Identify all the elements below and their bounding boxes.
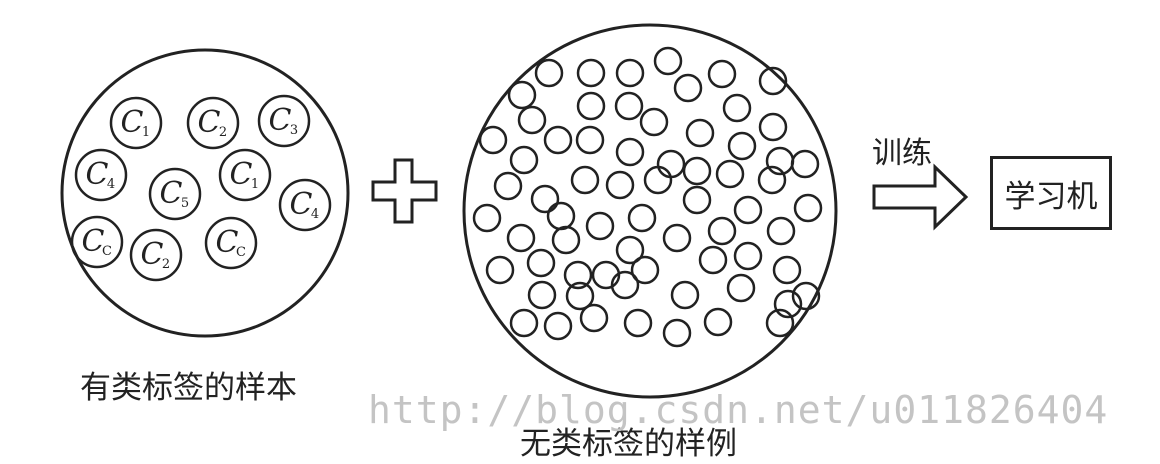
unlabeled-sample [698,245,728,275]
labeled-sample: C2 [186,96,240,150]
unlabeled-sample [576,91,606,121]
unlabeled-sample [733,195,763,225]
unlabeled-sample [707,59,737,89]
unlabeled-sample [570,165,600,195]
unlabeled-sample [509,308,539,338]
class-label-letter: C [230,157,253,192]
unlabeled-sample [682,156,712,186]
unlabeled-sample [722,93,752,123]
unlabeled-sample [546,201,576,231]
unlabeled-sample [662,223,692,253]
class-label-letter: C [290,187,313,222]
unlabeled-samples-group [472,46,823,348]
labeled-samples-group: C1 C2 C3C4 C5C1C4CC C2CC [70,94,332,282]
unlabeled-sample [703,307,733,337]
unlabeled-sample [673,73,703,103]
unlabeled-sample [623,308,653,338]
labeled-sample: CC [204,216,258,270]
unlabeled-sample [615,137,645,167]
unlabeled-sample [726,273,756,303]
unlabeled-sample [685,118,715,148]
unlabeled-sample [670,280,700,310]
class-label-subscript: C [102,244,112,259]
unlabeled-sample [772,255,802,285]
class-label-letter: C [160,176,183,211]
unlabeled-sample [493,171,523,201]
training-arrow [872,163,969,231]
unlabeled-sample [643,165,673,195]
unlabeled-sample [639,107,669,137]
unlabeled-sample [472,203,502,233]
class-label-subscript: 3 [290,123,298,138]
unlabeled-sample [790,149,820,179]
class-label-letter: C [141,237,164,272]
class-label-letter: C [86,157,109,192]
unlabeled-sample [707,216,737,246]
labeled-sample: C2 [129,228,183,282]
unlabeled-sample [727,131,757,161]
unlabeled-sample [653,46,683,76]
unlabeled-sample [576,58,606,88]
unlabeled-sample [543,125,573,155]
unlabeled-sample [575,125,605,155]
class-label-subscript: 2 [162,257,170,272]
labeled-sample: CC [70,215,124,269]
unlabeled-sample [605,170,635,200]
unlabeled-sample [733,241,763,271]
unlabeled-sample [615,58,645,88]
unlabeled-sample [579,303,609,333]
class-label-letter: C [269,103,292,138]
class-label-letter: C [198,105,221,140]
class-label-subscript: 1 [251,177,259,192]
training-arrow-label: 训练 [872,136,932,171]
unlabeled-sample [534,58,564,88]
learner-label: 学习机 [1004,178,1098,215]
unlabeled-sample [758,112,788,142]
unlabeled-sample [509,145,539,175]
labeled-sample: C4 [74,148,128,202]
labeled-set-caption: 有类标签的样本 [80,370,297,406]
unlabeled-sample [766,216,796,246]
unlabeled-sample [682,185,712,215]
unlabeled-sample [507,80,537,110]
unlabeled-sample [627,203,657,233]
unlabeled-set-circle [462,23,838,399]
unlabeled-sample [585,211,615,241]
learner-box: 学习机 [990,156,1112,230]
unlabeled-sample [543,311,573,341]
unlabeled-sample [614,91,644,121]
class-label-subscript: 4 [107,177,115,192]
unlabeled-sample [526,248,556,278]
labeled-sample: C1 [218,148,272,202]
class-label-subscript: C [236,245,246,260]
class-label-letter: C [121,105,144,140]
unlabeled-sample [715,159,745,189]
unlabeled-sample [517,105,547,135]
unlabeled-sample [551,225,581,255]
labeled-sample: C5 [148,167,202,221]
labeled-sample: C4 [278,178,332,232]
labeled-sample: C1 [109,96,163,150]
watermark: http://blog.csdn.net/u011826404 [368,388,1109,432]
class-label-subscript: 5 [181,196,189,211]
unlabeled-sample [506,223,536,253]
class-label-subscript: 1 [142,125,150,140]
unlabeled-sample [485,255,515,285]
unlabeled-sample [662,318,692,348]
unlabeled-sample [530,184,560,214]
unlabeled-sample [478,125,508,155]
unlabeled-sample [793,193,823,223]
labeled-sample: C3 [257,94,311,148]
unlabeled-sample [656,149,686,179]
class-label-subscript: 2 [219,125,227,140]
plus-sign [371,158,438,224]
unlabeled-sample [527,280,557,310]
class-label-subscript: 4 [311,207,319,222]
